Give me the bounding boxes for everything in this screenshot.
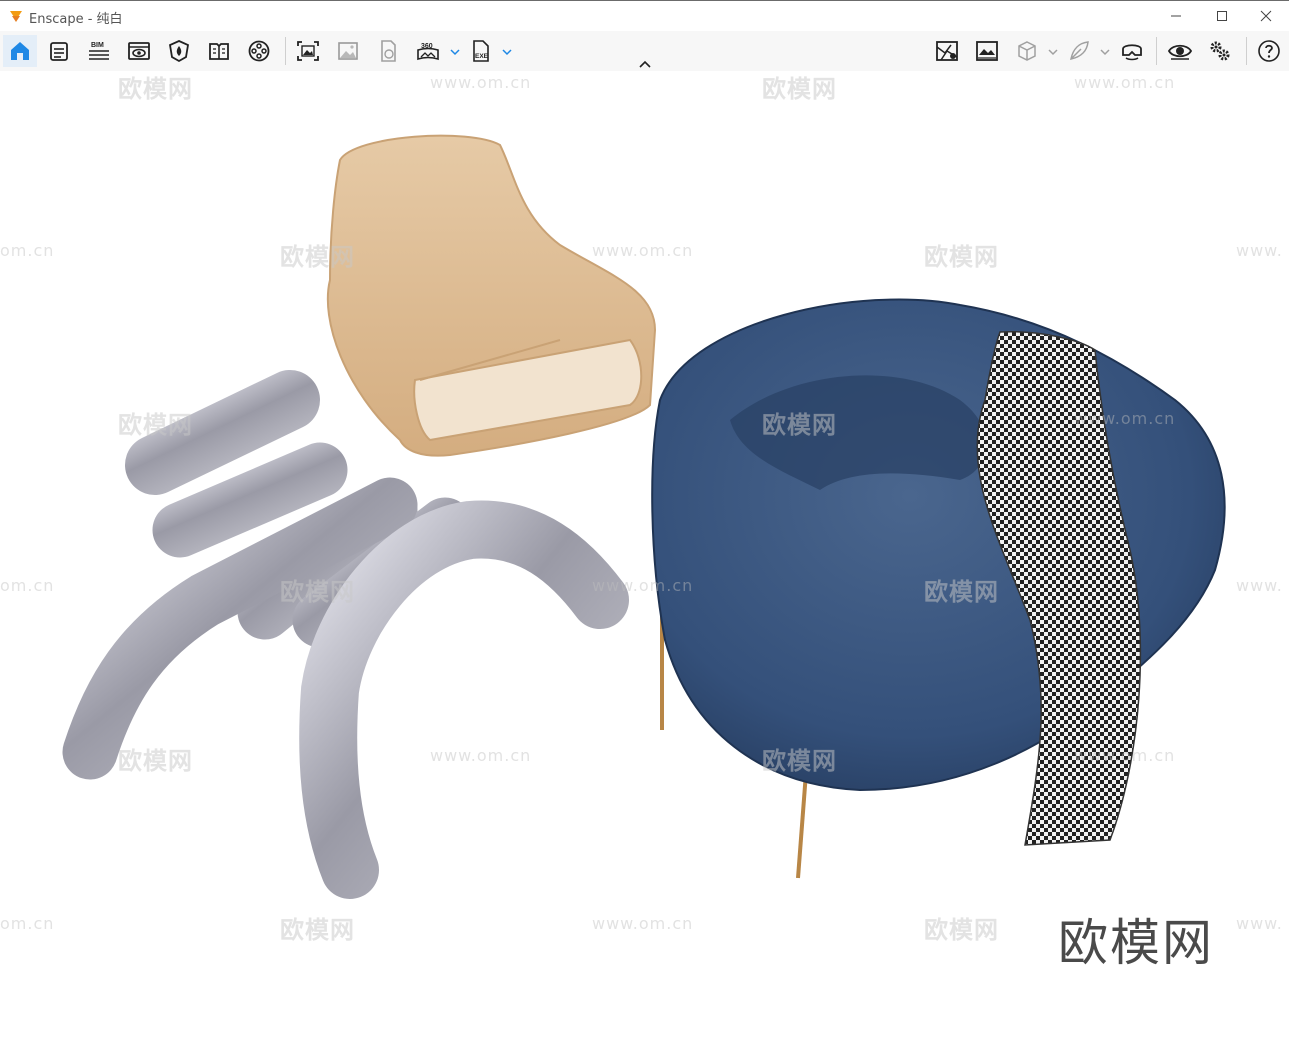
eye-icon: [1168, 44, 1192, 60]
help-button[interactable]: [1253, 35, 1285, 67]
batch-render-icon: [338, 42, 358, 60]
watermark: www.om.cn: [592, 576, 694, 595]
silver-tube-chair: [62, 370, 629, 899]
asset-library-button[interactable]: [43, 35, 75, 67]
panorama-360-icon: 360: [417, 43, 439, 61]
visual-settings-button[interactable]: [123, 35, 155, 67]
feather-icon: [1070, 41, 1089, 60]
watermark: om.cn: [0, 576, 55, 595]
watermark: om.cn: [0, 914, 55, 933]
watermark: www.om.cn: [592, 241, 694, 260]
asset-library-icon: [50, 42, 68, 61]
watermark: www.: [1236, 914, 1283, 933]
toolbar: BIM 360 EXE: [0, 31, 1289, 71]
toolbar-separator: [1156, 37, 1157, 65]
vr-headset-icon: [1122, 44, 1142, 61]
cube-view-button[interactable]: [1011, 35, 1043, 67]
video-editor-button[interactable]: [243, 35, 275, 67]
svg-text:EXE: EXE: [475, 53, 489, 60]
toolbar-separator: [1246, 37, 1247, 65]
material-editor-icon: [168, 40, 190, 63]
close-icon: [1260, 10, 1272, 22]
watermark: om.cn: [0, 241, 55, 260]
eye-button[interactable]: [1164, 35, 1196, 67]
screenshot-icon: [297, 41, 319, 61]
watermark: 欧模网: [762, 747, 837, 775]
video-editor-icon: [248, 40, 270, 62]
brand-watermark: 欧模网: [1058, 914, 1214, 972]
settings-icon: [1210, 41, 1230, 61]
web-standalone-icon: [381, 40, 396, 62]
batch-render-button[interactable]: [332, 35, 364, 67]
maximize-button[interactable]: [1199, 1, 1245, 31]
close-button[interactable]: [1243, 1, 1289, 31]
web-standalone-button[interactable]: [372, 35, 404, 67]
enscape-logo-icon: [10, 11, 22, 22]
svg-text:BIM: BIM: [91, 42, 104, 49]
watermark: 欧模网: [118, 75, 193, 103]
chevron-down-icon[interactable]: [1048, 47, 1058, 57]
furniture-render: [62, 134, 1226, 899]
chevron-down-icon[interactable]: [502, 47, 512, 57]
watermark: www.om.cn: [592, 914, 694, 933]
home-icon: [11, 42, 29, 60]
watermark: www.om.cn: [1074, 409, 1176, 428]
vr-headset-button[interactable]: [1116, 35, 1148, 67]
watermark: 欧模网: [280, 916, 355, 944]
panorama-360-button[interactable]: 360: [412, 35, 444, 67]
render-viewport[interactable]: 欧模网 www.om.cn 欧模网 www.om.cn om.cn 欧模网 ww…: [0, 71, 1289, 1038]
views-icon: [209, 43, 229, 60]
settings-button[interactable]: [1204, 35, 1236, 67]
exe-export-icon: EXE: [473, 40, 489, 62]
site-context-button[interactable]: [931, 35, 963, 67]
watermark: 欧模网: [280, 578, 355, 606]
render-preview-icon: [976, 41, 998, 61]
chevron-down-icon[interactable]: [450, 47, 460, 57]
exe-export-button[interactable]: EXE: [465, 35, 497, 67]
watermark: www.om.cn: [430, 73, 532, 92]
watermark: www.om.cn: [1074, 746, 1176, 765]
home-button[interactable]: [3, 35, 37, 67]
views-button[interactable]: [203, 35, 235, 67]
watermark: www.: [1236, 576, 1283, 595]
help-icon: [1258, 40, 1280, 62]
site-context-icon: [936, 41, 958, 61]
watermark: 欧模网: [118, 747, 193, 775]
rattan-lounge-chair: [326, 134, 657, 457]
watermark: 欧模网: [762, 411, 837, 439]
toolbar-separator: [285, 37, 286, 65]
watermark: 欧模网: [924, 578, 999, 606]
watermark: 欧模网: [762, 75, 837, 103]
window-title: Enscape - 纯白: [29, 12, 123, 27]
watermark: 欧模网: [924, 243, 999, 271]
watermark: www.om.cn: [1074, 73, 1176, 92]
maximize-icon: [1217, 11, 1227, 21]
render-preview-button[interactable]: [971, 35, 1003, 67]
bim-icon: BIM: [89, 42, 109, 60]
chevron-down-icon[interactable]: [1100, 47, 1110, 57]
visual-settings-icon: [128, 42, 150, 60]
chevron-up-icon[interactable]: [638, 59, 652, 69]
cube-view-icon: [1018, 41, 1036, 61]
watermark: 欧模网: [280, 243, 355, 271]
bim-button[interactable]: BIM: [83, 35, 115, 67]
screenshot-button[interactable]: [292, 35, 324, 67]
watermark: 欧模网: [924, 916, 999, 944]
feather-button[interactable]: [1063, 35, 1095, 67]
watermark: 欧模网: [118, 411, 193, 439]
watermark: www.om.cn: [430, 746, 532, 765]
watermark: www.: [1236, 241, 1283, 260]
minimize-button[interactable]: [1153, 1, 1199, 31]
material-editor-button[interactable]: [163, 35, 195, 67]
title-bar: Enscape - 纯白: [0, 0, 1289, 31]
minimize-icon: [1171, 15, 1181, 17]
